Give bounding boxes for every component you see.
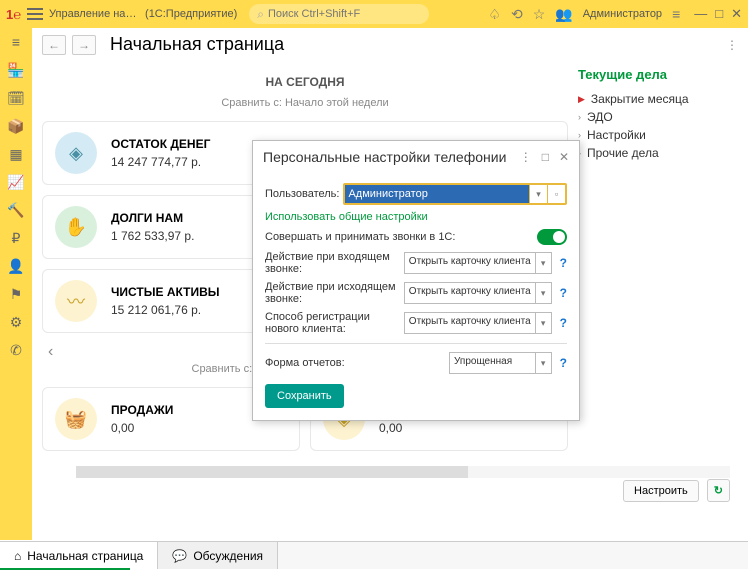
- card-title: ЧИСТЫЕ АКТИВЫ: [111, 285, 220, 299]
- page-title: Начальная страница: [110, 34, 284, 55]
- outgoing-select[interactable]: Открыть карточку клиента▾: [404, 282, 552, 304]
- triangle-icon: ▶: [578, 94, 585, 105]
- sidebar: ≡ 🏪 🗓 📦 ▦ 📈 🔨 ₽ 👤 ⚑ ⚙ ✆: [0, 28, 32, 540]
- maximize-icon[interactable]: □: [715, 6, 723, 22]
- nav-fwd-button[interactable]: →: [72, 35, 96, 55]
- help-icon[interactable]: ?: [560, 286, 567, 300]
- reportform-select[interactable]: Упрощенная▾: [449, 352, 552, 374]
- dialog-close-icon[interactable]: ✕: [559, 150, 569, 164]
- section-head: НА СЕГОДНЯ: [42, 75, 568, 89]
- home-icon: ⌂: [14, 549, 21, 563]
- sb-person-icon[interactable]: 👤: [8, 258, 24, 274]
- menu-icon[interactable]: [27, 8, 43, 20]
- dropdown-icon[interactable]: ▾: [535, 313, 551, 333]
- chart-icon: 〰: [55, 280, 97, 322]
- task-item[interactable]: ›Прочие дела: [578, 144, 738, 162]
- close-icon[interactable]: ✕: [731, 6, 742, 22]
- chat-icon: 💬: [172, 549, 187, 563]
- user-label: Пользователь:: [265, 188, 339, 200]
- app-title: Управление наше…: [49, 8, 139, 20]
- star-icon[interactable]: ☆: [533, 6, 546, 23]
- reportform-label: Форма отчетов:: [265, 357, 445, 369]
- money-icon: ◈: [55, 132, 97, 174]
- sb-shop-icon[interactable]: 🏪: [8, 62, 24, 78]
- card-title: ОСТАТОК ДЕНЕГ: [111, 137, 210, 151]
- chevron-icon: ›: [578, 130, 581, 140]
- sb-phone-icon[interactable]: ✆: [8, 342, 24, 358]
- tasks-head: Текущие дела: [578, 67, 738, 82]
- configure-button[interactable]: Настроить: [623, 480, 699, 502]
- help-icon[interactable]: ?: [560, 256, 567, 270]
- filter-icon[interactable]: ≡: [672, 6, 680, 22]
- sb-grid-icon[interactable]: ▦: [8, 146, 24, 162]
- card-value: 15 212 061,76 р.: [111, 303, 220, 317]
- sb-chart-icon[interactable]: 📈: [8, 174, 24, 190]
- dropdown-icon[interactable]: ▾: [535, 283, 551, 303]
- sb-ruble-icon[interactable]: ₽: [8, 230, 24, 246]
- task-item[interactable]: ›Настройки: [578, 126, 738, 144]
- card-value: 0,00: [111, 421, 173, 435]
- task-item[interactable]: ▶Закрытие месяца: [578, 90, 738, 108]
- minimize-icon[interactable]: —: [694, 6, 707, 22]
- open-icon[interactable]: ▫: [547, 185, 565, 203]
- card-title: ПРОДАЖИ: [111, 403, 173, 417]
- tab-start[interactable]: ⌂ Начальная страница: [0, 542, 158, 569]
- help-icon[interactable]: ?: [560, 316, 567, 330]
- user-name[interactable]: Администратор: [583, 8, 662, 20]
- common-settings-link[interactable]: Использовать общие настройки: [265, 211, 567, 223]
- task-item[interactable]: ›ЭДО: [578, 108, 738, 126]
- sb-menu-icon[interactable]: ≡: [8, 34, 24, 50]
- sb-hammer-icon[interactable]: 🔨: [8, 202, 24, 218]
- sb-calendar-icon[interactable]: 🗓: [8, 90, 24, 106]
- user-value[interactable]: Администратор: [345, 185, 529, 203]
- calls-label: Совершать и принимать звонки в 1С:: [265, 231, 527, 243]
- chevron-icon: ›: [578, 112, 581, 122]
- app-logo: 1℮: [6, 7, 21, 22]
- card-value: 0,00: [379, 421, 471, 435]
- dialog-max-icon[interactable]: □: [542, 150, 549, 164]
- save-button[interactable]: Сохранить: [265, 384, 344, 408]
- sb-flag-icon[interactable]: ⚑: [8, 286, 24, 302]
- outgoing-label: Действие при исходящем звонке:: [265, 281, 400, 305]
- search-input[interactable]: [268, 8, 421, 20]
- card-value: 1 762 533,97 р.: [111, 229, 194, 243]
- title-bar: 1℮ Управление наше… (1С:Предприятие) ⌕ ♤…: [0, 0, 748, 28]
- user-field[interactable]: Администратор ▾ ▫: [343, 183, 567, 205]
- card-value: 14 247 774,77 р.: [111, 155, 210, 169]
- hand-icon: ✋: [55, 206, 97, 248]
- card-title: ДОЛГИ НАМ: [111, 211, 194, 225]
- app-subtitle: (1С:Предприятие): [145, 8, 237, 20]
- incoming-label: Действие при входящем звонке:: [265, 251, 400, 275]
- calls-toggle[interactable]: [537, 229, 567, 245]
- sb-box-icon[interactable]: 📦: [8, 118, 24, 134]
- newclient-label: Способ регистрации нового клиента:: [265, 311, 400, 335]
- dropdown-icon[interactable]: ▾: [529, 185, 547, 203]
- basket-icon: 🧺: [55, 398, 97, 440]
- compare-text: Сравнить с: Начало этой недели: [42, 97, 568, 109]
- dialog-more-icon[interactable]: ⋮: [520, 150, 532, 164]
- users-icon[interactable]: 👥: [555, 6, 572, 23]
- dialog-title: Персональные настройки телефонии: [263, 149, 520, 165]
- incoming-select[interactable]: Открыть карточку клиента▾: [404, 252, 552, 274]
- search-icon: ⌕: [257, 7, 264, 22]
- tab-discussions[interactable]: 💬 Обсуждения: [158, 542, 278, 569]
- dropdown-icon[interactable]: ▾: [535, 253, 551, 273]
- refresh-button[interactable]: ↻: [707, 479, 730, 502]
- more-icon[interactable]: ⋮: [726, 38, 738, 52]
- bell-icon[interactable]: ♤: [488, 6, 501, 23]
- history-icon[interactable]: ⟲: [511, 6, 523, 23]
- newclient-select[interactable]: Открыть карточку клиента▾: [404, 312, 552, 334]
- telephony-dialog: Персональные настройки телефонии ⋮ □ ✕ П…: [252, 140, 580, 421]
- sb-gear-icon[interactable]: ⚙: [8, 314, 24, 330]
- search-box[interactable]: ⌕: [249, 4, 429, 24]
- dropdown-icon[interactable]: ▾: [535, 353, 551, 373]
- h-scrollbar[interactable]: [76, 466, 730, 478]
- nav-back-button[interactable]: ←: [42, 35, 66, 55]
- help-icon[interactable]: ?: [560, 356, 567, 370]
